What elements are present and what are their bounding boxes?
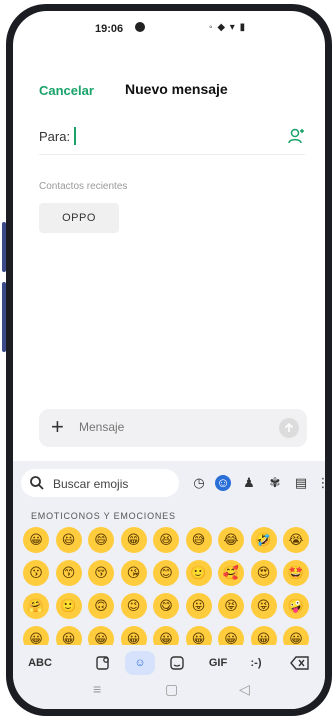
person-icon[interactable]: ♟ — [241, 475, 257, 491]
compose-bar: + — [39, 409, 307, 447]
emoji-search-placeholder: Buscar emojis — [53, 477, 129, 491]
emoji-key[interactable]: 🤣 — [250, 527, 277, 553]
emoji-key[interactable]: 😙 — [55, 560, 82, 586]
recipient-label: Para: — [39, 129, 71, 144]
system-nav-bar: ≡ ▢ ◁ — [13, 673, 325, 709]
status-icons: ◦ ◆ ▾ ▮ — [209, 22, 247, 33]
emoji-key[interactable]: 🥰 — [218, 560, 244, 586]
emoji-key[interactable]: 🤩 — [283, 560, 309, 586]
send-icon — [284, 422, 294, 432]
emoji-key[interactable]: 😀 — [250, 626, 277, 645]
emoji-key[interactable]: 😚 — [88, 560, 114, 586]
emoji-key[interactable]: 😂 — [218, 527, 244, 553]
emoji-key[interactable]: 😀 — [283, 626, 309, 645]
notification-icon — [135, 22, 145, 32]
sticker-icon[interactable] — [165, 651, 189, 675]
text-caret — [74, 127, 76, 145]
emoji-key[interactable]: 😃 — [55, 527, 82, 553]
emoji-key[interactable]: 😀 — [185, 626, 212, 645]
recent-contacts-label: Contactos recientes — [39, 181, 128, 192]
emoji-category-tabs: ◷ ☺ ♟ ✾ ▤ ⋮ — [189, 471, 325, 495]
backspace-icon[interactable] — [287, 651, 313, 675]
emoji-key[interactable]: 😄 — [88, 527, 114, 553]
smiley-icon[interactable]: ☺ — [215, 475, 231, 491]
emoji-key[interactable]: 😀 — [55, 626, 82, 645]
emoji-key[interactable]: 🤗 — [23, 593, 49, 619]
emoji-key[interactable]: 😍 — [250, 560, 277, 586]
status-time: 19:06 — [95, 23, 124, 35]
message-input[interactable] — [79, 420, 259, 434]
emoji-key[interactable]: 😊 — [153, 560, 179, 586]
screen: 19:06 ◦ ◆ ▾ ▮ Cancelar Nuevo mensaje Par… — [13, 11, 325, 709]
more-icon[interactable]: ⋮ — [315, 475, 326, 491]
emoji-key[interactable]: 🤪 — [283, 593, 309, 619]
emoji-key[interactable]: 😋 — [153, 593, 179, 619]
recipient-row[interactable]: Para: — [39, 123, 305, 155]
emoji-key[interactable]: 🙂 — [55, 593, 82, 619]
emoji-key[interactable]: 😜 — [250, 593, 277, 619]
send-button[interactable] — [279, 418, 299, 438]
clock-icon[interactable]: ◷ — [191, 475, 207, 491]
emoji-key[interactable]: 😛 — [185, 593, 212, 619]
emoji-key[interactable]: 😁 — [120, 527, 147, 553]
emoji-key[interactable]: 😉 — [120, 593, 147, 619]
emoji-key[interactable]: 😀 — [88, 626, 114, 645]
emoji-key[interactable]: 😘 — [120, 560, 147, 586]
recent-contact-chip[interactable]: OPPO — [39, 203, 119, 233]
search-icon — [30, 476, 44, 490]
add-contact-icon[interactable] — [287, 127, 305, 145]
emoji-key[interactable]: 🙃 — [88, 593, 114, 619]
emoji-key[interactable]: 😭 — [283, 527, 309, 553]
emoji-search-field[interactable]: Buscar emojis — [21, 469, 179, 497]
menu-nav-icon[interactable]: ≡ — [93, 681, 101, 697]
emoji-key[interactable]: 😗 — [23, 560, 49, 586]
pet-icon[interactable]: ✾ — [267, 475, 283, 491]
status-bar: 19:06 ◦ ◆ ▾ ▮ — [13, 19, 325, 39]
emoji-tab-icon[interactable]: ☺ — [125, 651, 155, 675]
sticker-search-icon[interactable] — [91, 651, 115, 675]
cancel-button[interactable]: Cancelar — [39, 83, 94, 98]
emoji-key[interactable]: 🙂 — [185, 560, 212, 586]
emoji-key[interactable]: 😀 — [218, 626, 244, 645]
emoji-key[interactable]: 😆 — [153, 527, 179, 553]
emoji-key[interactable]: 😀 — [120, 626, 147, 645]
page-title: Nuevo mensaje — [125, 81, 228, 97]
phone-frame: 19:06 ◦ ◆ ▾ ▮ Cancelar Nuevo mensaje Par… — [6, 4, 332, 716]
emoji-key[interactable]: 😝 — [218, 593, 244, 619]
emoji-key[interactable]: 😀 — [23, 527, 49, 553]
emoji-grid: 😀 😃 😄 😁 😆 😅 😂 🤣 😭 😗 😙 😚 😘 😊 🙂 🥰 😍 🤩 🤗 🙂 🙃 😉 😋 😛 😝 😜 🤪 😀 😀 😀 😀 😀 😀 😀 😀 😀 — [23, 527, 319, 645]
emoji-section-label: EMOTICONOS Y EMOCIONES — [31, 511, 176, 521]
abc-key[interactable]: ABC — [25, 651, 55, 675]
emoji-key[interactable]: 😀 — [23, 626, 49, 645]
emoji-key[interactable]: 😀 — [153, 626, 179, 645]
emoticon-key[interactable]: :-) — [241, 651, 271, 675]
header: Cancelar Nuevo mensaje — [13, 81, 325, 105]
home-nav-icon[interactable]: ▢ — [165, 681, 178, 698]
gif-key[interactable]: GIF — [203, 651, 233, 675]
emoji-keyboard: Buscar emojis ◷ ☺ ♟ ✾ ▤ ⋮ EMOTICONOS Y E… — [13, 461, 325, 709]
emoji-key[interactable]: 😅 — [185, 527, 212, 553]
add-attachment-button[interactable]: + — [51, 415, 64, 439]
food-icon[interactable]: ▤ — [293, 475, 309, 491]
back-nav-icon[interactable]: ◁ — [239, 681, 250, 698]
